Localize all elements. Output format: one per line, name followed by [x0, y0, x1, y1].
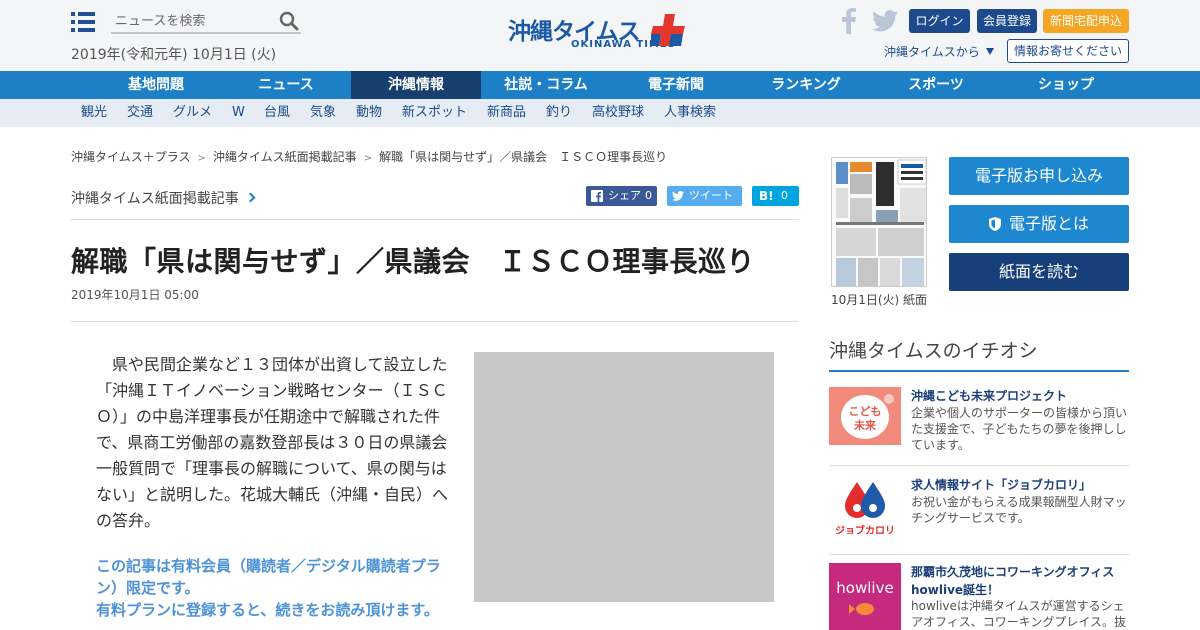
breadcrumb-section[interactable]: 沖縄タイムス紙面掲載記事 [213, 150, 357, 164]
subnav-item-new-products[interactable]: 新商品 [487, 99, 526, 127]
divider [829, 554, 1129, 555]
paywall-line-1: この記事は有料会員（購読者／デジタル購読者プラン）限定です。 [96, 557, 441, 597]
hatena-bookmark-button[interactable]: B! 0 [752, 186, 799, 206]
search-icon[interactable] [279, 11, 299, 31]
subnav-item-tourism[interactable]: 観光 [81, 99, 107, 127]
header-date: 2019年(令和元年) 10月1日 (火) [71, 47, 277, 63]
tweet-label: ツイート [689, 189, 733, 202]
paywall-line-2: 有料プランに登録すると、続きをお読み頂けます。 [96, 601, 439, 619]
newspaper-thumbnail[interactable] [831, 157, 927, 287]
breadcrumb-separator-icon: > [197, 153, 206, 164]
pick-item[interactable]: howlive 那覇市久茂地にコワーキングオフィスhowlive誕生！ howl… [829, 563, 1129, 630]
pick-image-jobcalori: ジョブカロリ [829, 476, 901, 534]
article-image-placeholder [474, 352, 774, 602]
facebook-share-label: シェア [608, 189, 641, 202]
section-link[interactable]: 沖縄タイムス紙面掲載記事 [71, 188, 256, 208]
site-header: 2019年(令和元年) 10月1日 (火) 沖縄タイムス OKINAWA TIM… [0, 0, 1200, 71]
pick-image-text: ジョブカロリ [835, 524, 895, 534]
site-logo[interactable]: 沖縄タイムス OKINAWA TIMES [508, 12, 694, 54]
article-body: 県や民間企業など１３団体が出資して設立した「沖縄ＩＴイノベーション戦略センター（… [96, 352, 458, 534]
delivery-signup-button[interactable]: 新聞宅配申込 [1043, 9, 1129, 33]
pick-image-howlive: howlive [829, 563, 901, 630]
facebook-share-button[interactable]: シェア 0 [586, 186, 657, 206]
facebook-icon[interactable] [842, 8, 856, 34]
article-date: 2019年10月1日 05:00 [71, 288, 199, 302]
search-input[interactable] [111, 10, 271, 32]
nav-item-e-paper[interactable]: 電子新聞 [624, 71, 728, 99]
logo-plus-icon [651, 14, 685, 46]
breadcrumb-separator-icon: > [363, 153, 373, 164]
sub-nav: 観光 交通 グルメ W 台風 気象 動物 新スポット 新商品 釣り 高校野球 人… [0, 99, 1200, 127]
pick-title: 沖縄こども未来プロジェクト [911, 389, 1068, 403]
main-nav: 基地問題 ニュース 沖縄情報 社説・コラム 電子新聞 ランキング スポーツ ショ… [0, 71, 1200, 99]
from-okinawatimes-dropdown[interactable]: 沖縄タイムスから [884, 43, 994, 60]
subnav-item-animals[interactable]: 動物 [356, 99, 382, 127]
twitter-icon [672, 191, 684, 201]
newspaper-page-image [832, 158, 926, 286]
dropdown-triangle-icon [985, 48, 994, 55]
menu-icon[interactable] [71, 12, 95, 32]
paywall-notice[interactable]: この記事は有料会員（購読者／デジタル購読者プラン）限定です。 有料プランに登録す… [96, 555, 458, 621]
breadcrumb: 沖縄タイムス＋プラス > 沖縄タイムス紙面掲載記事 > 解職「県は関与せず」／県議会 Ｉ… [71, 148, 667, 165]
nav-item-editorial[interactable]: 社説・コラム [491, 71, 601, 99]
subnav-item-high-school-baseball[interactable]: 高校野球 [592, 99, 644, 127]
e-edition-about-label: 電子版とは [1008, 214, 1089, 233]
article-headline: 解職「県は関与せず」／県議会 ＩＳＣＯ理事長巡り [71, 245, 756, 278]
divider [71, 219, 799, 220]
picks-underline [829, 370, 1129, 372]
picks-title: 沖縄タイムスのイチオシ [829, 340, 1038, 362]
nav-item-ranking[interactable]: ランキング [754, 71, 858, 99]
nav-item-sports[interactable]: スポーツ [884, 71, 988, 99]
send-tip-button[interactable]: 情報お寄せください [1007, 39, 1129, 63]
register-button[interactable]: 会員登録 [977, 9, 1037, 33]
breadcrumb-home[interactable]: 沖縄タイムス＋プラス [71, 150, 191, 164]
hatena-bookmark-icon: B! [759, 189, 774, 203]
nav-item-okinawa-info[interactable]: 沖縄情報 [351, 71, 481, 99]
article-paragraph: 県や民間企業など１３団体が出資して設立した「沖縄ＩＴイノベーション戦略センター（… [96, 355, 449, 530]
nav-item-shop[interactable]: ショップ [1014, 71, 1118, 99]
nav-item-news[interactable]: ニュース [234, 71, 338, 99]
thumbnail-caption: 10月1日(火) 紙面 [830, 293, 928, 307]
subnav-item-traffic[interactable]: 交通 [127, 99, 153, 127]
pick-image-text: 未来 [853, 418, 877, 432]
pick-description: 企業や個人のサポーターの皆様から頂いた支援金で、子どもたちの夢を後押ししています… [911, 406, 1128, 452]
e-edition-about-button[interactable]: 電子版とは [949, 205, 1129, 243]
pick-image-kodomo: こども 未来 [829, 387, 901, 445]
subnav-item-new-spots[interactable]: 新スポット [402, 99, 467, 127]
divider [71, 321, 799, 322]
nav-item-base[interactable]: 基地問題 [104, 71, 208, 99]
pick-item[interactable]: ジョブカロリ 求人情報サイト「ジョブカロリ」 お祝い金がもらえる成果報酬型人財マ… [829, 476, 1129, 540]
hatena-bookmark-count: 0 [781, 189, 788, 202]
subnav-item-fishing[interactable]: 釣り [546, 99, 572, 127]
pick-description: お祝い金がもらえる成果報酬型人財マッチングサービスです。 [911, 495, 1127, 525]
facebook-icon [591, 190, 603, 202]
pick-item[interactable]: こども 未来 沖縄こども未来プロジェクト 企業や個人のサポーターの皆様から頂いた… [829, 387, 1129, 457]
pick-image-text: howlive [836, 579, 893, 597]
pick-description: howliveは沖縄タイムスが運営するシェアオフィス、コワーキングプレイス。抜 [911, 599, 1127, 629]
subnav-item-typhoon[interactable]: 台風 [264, 99, 290, 127]
section-link-label: 沖縄タイムス紙面掲載記事 [71, 191, 239, 207]
facebook-share-count: 0 [645, 189, 652, 202]
tweet-button[interactable]: ツイート [667, 186, 742, 206]
chevron-right-icon [245, 192, 256, 203]
search-box [111, 10, 301, 34]
shield-icon [988, 217, 1001, 231]
subnav-item-weather[interactable]: 気象 [310, 99, 336, 127]
subnav-item-w[interactable]: W [232, 99, 245, 127]
read-paper-button[interactable]: 紙面を読む [949, 253, 1129, 291]
subnav-item-gourmet[interactable]: グルメ [173, 99, 212, 127]
breadcrumb-current: 解職「県は関与せず」／県議会 ＩＳＣＯ理事長巡り [379, 150, 668, 164]
e-edition-subscribe-button[interactable]: 電子版お申し込み [949, 157, 1129, 195]
twitter-icon[interactable] [872, 10, 898, 32]
divider [829, 465, 1129, 466]
login-button[interactable]: ログイン [909, 9, 970, 33]
subnav-item-personnel-search[interactable]: 人事検索 [664, 99, 716, 127]
pick-image-text: こども [849, 405, 882, 418]
pick-title: 那覇市久茂地にコワーキングオフィスhowlive誕生！ [911, 565, 1115, 597]
pick-title: 求人情報サイト「ジョブカロリ」 [911, 478, 1092, 492]
from-link-label: 沖縄タイムスから [884, 45, 980, 59]
